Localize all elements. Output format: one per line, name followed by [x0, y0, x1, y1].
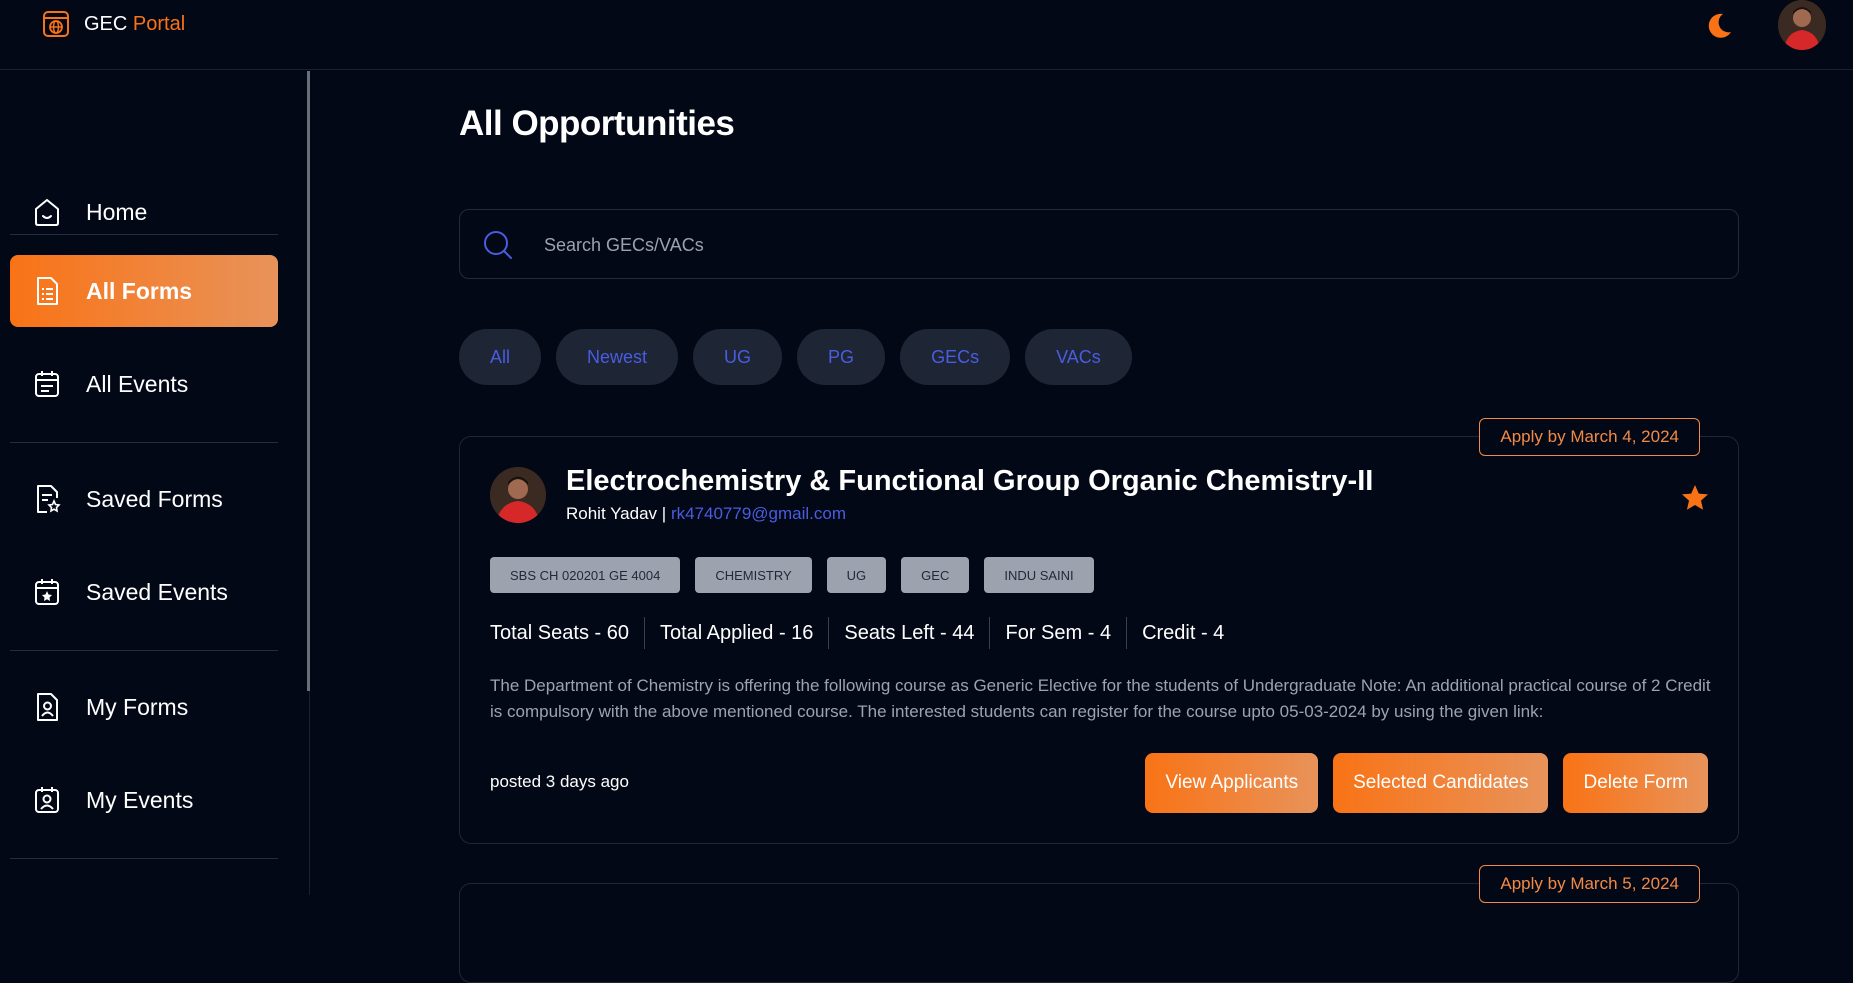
- brand[interactable]: GEC Portal: [42, 10, 185, 38]
- search-input[interactable]: [544, 228, 1694, 262]
- card-actions: View Applicants Selected Candidates Dele…: [1145, 753, 1708, 813]
- sidebar-divider: [10, 858, 278, 859]
- tag-department: CHEMISTRY: [695, 557, 812, 593]
- sidebar-item-home[interactable]: Home: [10, 176, 278, 248]
- sidebar-scrollbar[interactable]: [307, 71, 310, 691]
- star-icon[interactable]: [1680, 483, 1710, 513]
- stat-total-seats: Total Seats - 60: [490, 617, 645, 649]
- sidebar-item-saved-forms[interactable]: Saved Forms: [10, 463, 278, 535]
- sidebar-item-saved-events[interactable]: Saved Events: [10, 556, 278, 628]
- filter-ug[interactable]: UG: [693, 329, 783, 385]
- filter-newest[interactable]: Newest: [556, 329, 679, 385]
- sidebar-divider: [10, 442, 278, 443]
- filter-gecs[interactable]: GECs: [900, 329, 1011, 385]
- author-email[interactable]: rk4740779@gmail.com: [671, 504, 846, 523]
- user-calendar-icon: [30, 783, 64, 817]
- view-applicants-button[interactable]: View Applicants: [1145, 753, 1319, 813]
- sidebar-item-label: Saved Events: [86, 578, 228, 605]
- filter-all[interactable]: All: [459, 329, 542, 385]
- search-bar: [459, 209, 1739, 279]
- card-stats: Total Seats - 60 Total Applied - 16 Seat…: [490, 617, 1239, 649]
- sidebar-item-my-events[interactable]: My Events: [10, 764, 278, 836]
- sidebar: Home All Forms All Events Saved Forms Sa…: [0, 71, 310, 895]
- selected-candidates-button[interactable]: Selected Candidates: [1333, 753, 1549, 813]
- filter-vacs[interactable]: VACs: [1025, 329, 1132, 385]
- posted-time: posted 3 days ago: [490, 772, 629, 791]
- moon-icon[interactable]: [1703, 10, 1735, 42]
- sidebar-item-label: My Forms: [86, 693, 189, 720]
- sidebar-item-my-forms[interactable]: My Forms: [10, 671, 278, 743]
- stat-total-applied: Total Applied - 16: [645, 617, 830, 649]
- sidebar-item-label: Saved Forms: [86, 485, 223, 512]
- sidebar-item-label: All Events: [86, 370, 189, 397]
- search-icon: [484, 231, 512, 259]
- tag-instructor: INDU SAINI: [984, 557, 1094, 593]
- opportunity-card: Apply by March 4, 2024 Electrochemistry …: [459, 418, 1739, 844]
- tag-course-code: SBS CH 020201 GE 4004: [490, 557, 681, 593]
- saved-form-icon: [30, 482, 64, 516]
- sidebar-item-all-forms[interactable]: All Forms: [10, 255, 278, 327]
- card-description: The Department of Chemistry is offering …: [490, 676, 1711, 721]
- user-document-icon: [30, 690, 64, 724]
- stat-seats-left: Seats Left - 44: [829, 617, 991, 649]
- document-icon: [30, 274, 64, 308]
- stat-semester: For Sem - 4: [990, 617, 1128, 649]
- calendar-icon: [30, 367, 64, 401]
- home-icon: [30, 195, 64, 229]
- sidebar-item-label: My Events: [86, 786, 194, 813]
- author-avatar: [490, 467, 546, 523]
- sidebar-divider: [10, 234, 278, 235]
- deadline-badge: Apply by March 5, 2024: [1479, 865, 1700, 903]
- tag-type: GEC: [901, 557, 970, 593]
- sidebar-item-label: Home: [86, 198, 148, 225]
- filter-pg[interactable]: PG: [797, 329, 886, 385]
- author-line: Rohit Yadav | rk4740779@gmail.com: [566, 504, 846, 524]
- filter-chips: All Newest UG PG GECs VACs: [459, 329, 1132, 385]
- opportunity-card: Apply by March 5, 2024: [459, 865, 1739, 983]
- tag-level: UG: [826, 557, 887, 593]
- tag-list: SBS CH 020201 GE 4004 CHEMISTRY UG GEC I…: [490, 557, 1094, 593]
- stat-credit: Credit - 4: [1142, 622, 1225, 644]
- user-avatar[interactable]: [1778, 0, 1826, 50]
- sidebar-item-label: All Forms: [86, 277, 193, 304]
- sidebar-item-all-events[interactable]: All Events: [10, 348, 278, 420]
- deadline-badge: Apply by March 4, 2024: [1479, 418, 1700, 456]
- card-title[interactable]: Electrochemistry & Functional Group Orga…: [566, 465, 1373, 498]
- author-name: Rohit Yadav: [566, 504, 658, 523]
- top-bar: GEC Portal: [0, 0, 1853, 70]
- globe-window-icon: [43, 11, 69, 37]
- brand-name: GEC Portal: [84, 12, 186, 35]
- delete-form-button[interactable]: Delete Form: [1563, 753, 1708, 813]
- author-separator: |: [661, 504, 667, 523]
- sidebar-divider: [10, 650, 278, 651]
- saved-calendar-icon: [30, 575, 64, 609]
- page-title: All Opportunities: [459, 104, 735, 143]
